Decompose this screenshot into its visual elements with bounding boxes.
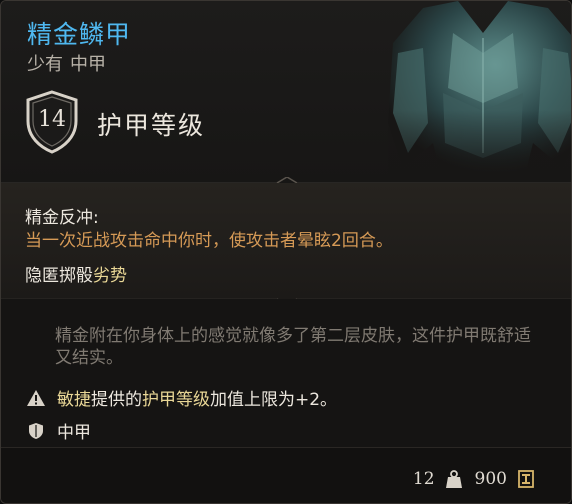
armor-proficiency-icon: [25, 421, 47, 441]
armor-class-value: 14: [38, 107, 66, 132]
item-rarity: 少有: [27, 54, 63, 75]
ability-section: 精金反冲: 当一次近战攻击命中你时，使攻击者晕眩2回合。 隐匿掷骰劣势: [1, 183, 571, 299]
disadvantage-keyword[interactable]: 劣势: [93, 266, 127, 286]
proficiency-note: 中甲: [25, 418, 91, 443]
ability-description: 当一次近战攻击命中你时，使攻击者晕眩2回合。: [25, 231, 393, 251]
item-subtitle: 少有 中甲: [27, 50, 113, 76]
weight-icon: [443, 468, 465, 490]
lore-section: 精金附在你身体上的感觉就像多了第二层皮肤，这件护甲既舒适又结实。 敏捷 提供的 护甲…: [1, 299, 571, 465]
dexterity-keyword[interactable]: 敏捷: [57, 385, 91, 410]
armor-image: [388, 1, 571, 183]
warning-icon: [25, 388, 47, 408]
tooltip-footer: 12 900: [1, 447, 571, 503]
dex-cap-text-a: 提供的: [91, 390, 142, 410]
stealth-disadvantage: 隐匿掷骰劣势: [25, 261, 127, 286]
item-name: 精金鳞甲: [27, 20, 132, 49]
proficiency-label: 中甲: [57, 423, 91, 443]
gold-icon: [515, 468, 537, 490]
armor-class-label: 护甲等级: [97, 111, 206, 140]
weight-value: 12: [412, 469, 435, 489]
item-tooltip: 精金鳞甲 少有 中甲 14 护甲等级 精金反冲: 当一次近战攻击命中你时，使攻击者…: [0, 0, 572, 504]
item-type: 中甲: [70, 54, 106, 75]
stealth-label: 隐匿掷骰: [25, 266, 93, 286]
dex-cap-text-b: 加值上限为+2。: [210, 390, 338, 410]
tooltip-header: 精金鳞甲 少有 中甲 14 护甲等级: [1, 1, 571, 183]
gold-value: 900: [474, 469, 507, 489]
ability-title: 精金反冲:: [25, 208, 99, 228]
armor-class-keyword[interactable]: 护甲等级: [142, 385, 210, 410]
dex-cap-note: 敏捷 提供的 护甲等级 加值上限为+2。: [25, 385, 337, 410]
lore-text: 精金附在你身体上的感觉就像多了第二层皮肤，这件护甲既舒适又结实。: [55, 326, 531, 368]
